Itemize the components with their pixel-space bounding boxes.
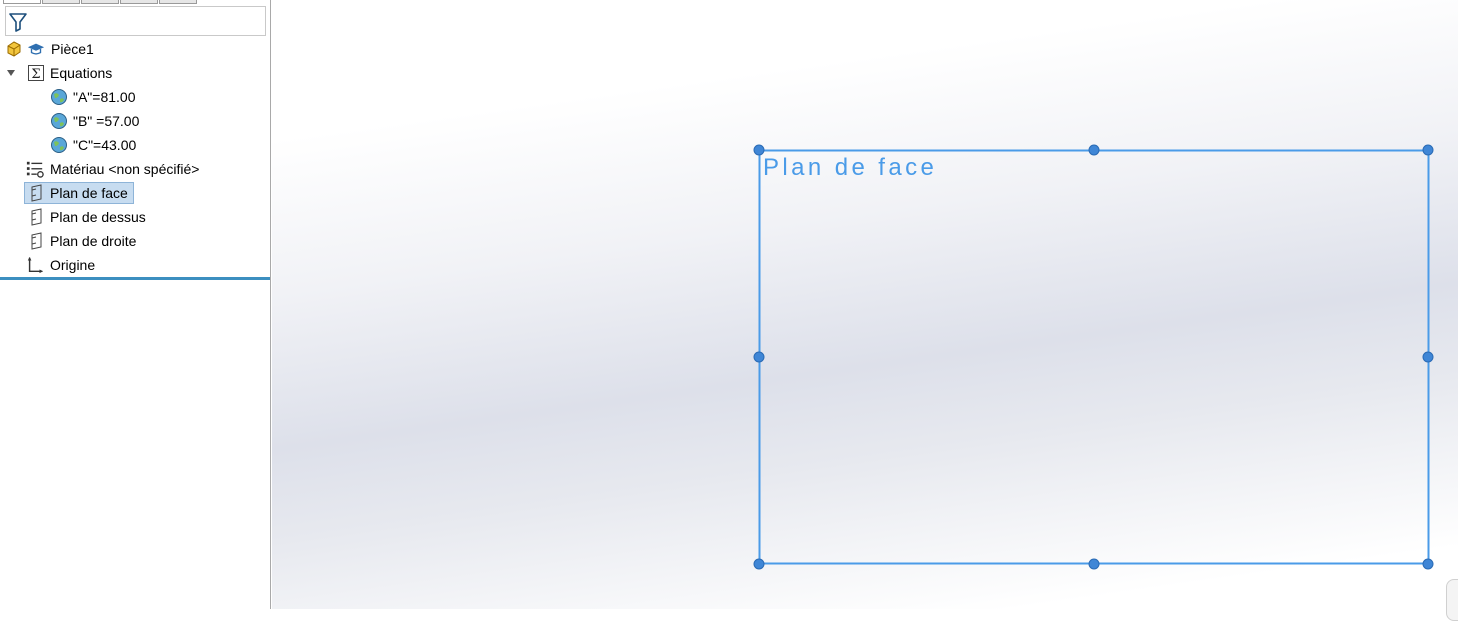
tree-item-label: Matériau <non spécifié> <box>50 161 200 177</box>
tree-item-label: Plan de droite <box>50 233 137 249</box>
tab-feature-manager[interactable] <box>3 0 41 4</box>
feature-manager-panel: Pièce1 Σ Equations "A"=81.00 "B" =57.00 … <box>0 0 271 609</box>
tree-item-variable-a[interactable]: "A"=81.00 <box>0 85 270 109</box>
task-pane-tab[interactable] <box>1446 579 1458 621</box>
global-variable-icon <box>51 89 67 105</box>
tree-item-label: Plan de face <box>50 185 128 201</box>
tree-item-label: "A"=81.00 <box>73 89 136 105</box>
tab-dimxpert-manager[interactable] <box>120 0 158 4</box>
global-variable-icon <box>51 113 67 129</box>
tree-item-front-plane[interactable]: Plan de face <box>0 181 270 205</box>
tree-item-label: Origine <box>50 257 96 273</box>
feature-tree-filter-input[interactable] <box>5 6 266 36</box>
tab-configuration-manager[interactable] <box>81 0 119 4</box>
global-variable-icon <box>51 137 67 153</box>
svg-text:Σ: Σ <box>31 67 40 82</box>
origin-icon <box>27 256 44 274</box>
part-icon <box>7 41 21 57</box>
tree-item-right-plane[interactable]: Plan de droite <box>0 229 270 253</box>
tree-item-origin[interactable]: Origine <box>0 253 270 277</box>
tab-display-manager[interactable] <box>159 0 197 4</box>
tree-item-material[interactable]: Matériau <non spécifié> <box>0 157 270 181</box>
plane-handles <box>753 144 1434 570</box>
tree-item-label: Pièce1 <box>51 41 94 57</box>
tree-item-label: "C"=43.00 <box>73 137 137 153</box>
plane-icon <box>31 208 42 226</box>
tree-item-part[interactable]: Pièce1 <box>0 37 270 61</box>
material-icon <box>26 161 44 178</box>
front-plane-preview[interactable]: Plan de face <box>272 0 1458 609</box>
plane-icon <box>31 232 42 250</box>
plane-boundary[interactable] <box>758 149 1430 565</box>
tab-property-manager[interactable] <box>42 0 80 4</box>
plane-handle-middle-left[interactable] <box>753 351 765 363</box>
tree-item-top-plane[interactable]: Plan de dessus <box>0 205 270 229</box>
tree-item-label: Equations <box>50 65 113 81</box>
tree-item-equations[interactable]: Σ Equations <box>0 61 270 85</box>
graphics-viewport[interactable]: Plan de face <box>272 0 1458 609</box>
expanded-chevron-icon[interactable] <box>7 70 15 76</box>
plane-handle-bottom-left[interactable] <box>753 558 765 570</box>
plane-handle-bottom-middle[interactable] <box>1088 558 1100 570</box>
tree-item-label: "B" =57.00 <box>73 113 140 129</box>
plane-handle-bottom-right[interactable] <box>1422 558 1434 570</box>
equations-folder-icon: Σ <box>28 65 44 82</box>
plane-icon <box>31 184 42 202</box>
tree-item-variable-b[interactable]: "B" =57.00 <box>0 109 270 133</box>
plane-handle-top-middle[interactable] <box>1088 144 1100 156</box>
tree-item-label: Plan de dessus <box>50 209 146 225</box>
plane-handle-top-right[interactable] <box>1422 144 1434 156</box>
tree-item-variable-c[interactable]: "C"=43.00 <box>0 133 270 157</box>
plane-handle-top-left[interactable] <box>753 144 765 156</box>
filter-icon[interactable] <box>9 12 27 32</box>
sensor-icon <box>27 43 45 55</box>
plane-handle-middle-right[interactable] <box>1422 351 1434 363</box>
rollback-bar[interactable] <box>0 277 270 280</box>
plane-name-label: Plan de face <box>763 154 937 181</box>
panel-tab-strip <box>0 0 271 5</box>
